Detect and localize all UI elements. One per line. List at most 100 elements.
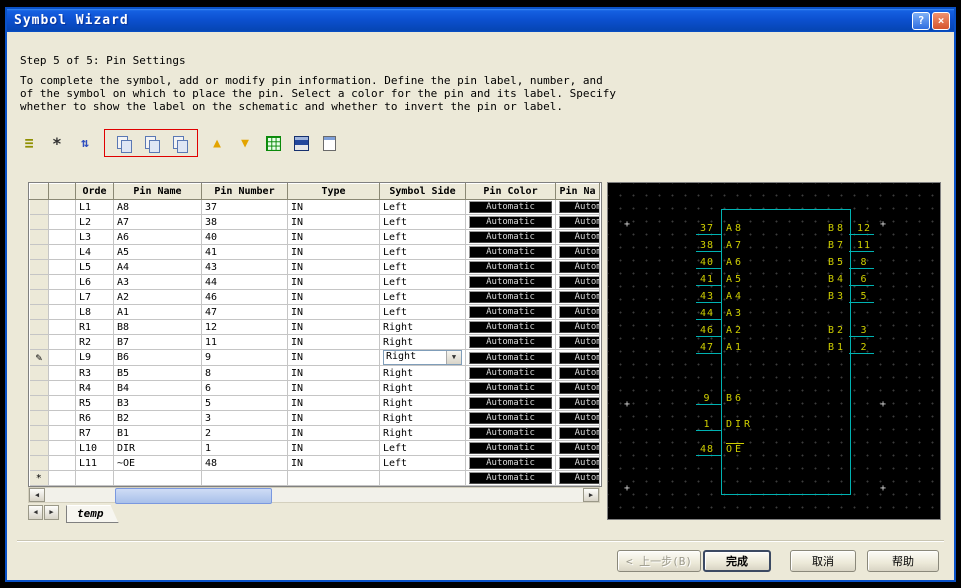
cell-order[interactable]: L8 <box>76 305 114 320</box>
cell-number[interactable]: 40 <box>202 230 288 245</box>
cell-sel[interactable] <box>49 426 76 441</box>
cell-type[interactable]: IN <box>288 305 380 320</box>
cell-order[interactable]: R6 <box>76 411 114 426</box>
cell-name[interactable]: B1 <box>114 426 202 441</box>
cell-label_color[interactable]: Automatic <box>556 366 600 381</box>
pin-color-button[interactable]: Automatic <box>469 367 552 379</box>
cell-pin_color[interactable]: Automatic <box>466 200 556 215</box>
grid-icon[interactable] <box>264 134 282 152</box>
pin-color-button[interactable]: Automatic <box>469 472 552 484</box>
pin-color-button[interactable]: Automatic <box>469 291 552 303</box>
cell-number[interactable]: 47 <box>202 305 288 320</box>
cell-label_color[interactable]: Automatic <box>556 426 600 441</box>
cell-order[interactable]: L5 <box>76 260 114 275</box>
cell-side[interactable]: Left <box>380 290 466 305</box>
copy-pin-number-icon[interactable] <box>170 134 188 152</box>
cell-type[interactable]: IN <box>288 350 380 366</box>
cell-side[interactable] <box>380 471 466 486</box>
cell-label_color[interactable]: Automatic <box>556 260 600 275</box>
cell-side[interactable]: Left <box>380 230 466 245</box>
cell-number[interactable]: 5 <box>202 396 288 411</box>
pin-color-button[interactable]: Automatic <box>469 201 552 213</box>
cell-side[interactable]: Right <box>380 381 466 396</box>
cell-order[interactable]: L3 <box>76 230 114 245</box>
cell-type[interactable]: IN <box>288 456 380 471</box>
cell-order[interactable] <box>76 471 114 486</box>
cell-side[interactable]: Left <box>380 441 466 456</box>
pin-label-color-button[interactable]: Automatic <box>559 306 600 318</box>
cell-side[interactable]: Left <box>380 200 466 215</box>
move-down-icon[interactable]: ▼ <box>236 134 254 152</box>
cell-type[interactable]: IN <box>288 381 380 396</box>
cell-sel[interactable] <box>49 396 76 411</box>
pin-color-button[interactable]: Automatic <box>469 442 552 454</box>
cell-sel[interactable] <box>49 275 76 290</box>
cell-label_color[interactable]: Automatic <box>556 381 600 396</box>
pin-label-color-button[interactable]: Automatic <box>559 201 600 213</box>
cell-label_color[interactable]: Automatic <box>556 441 600 456</box>
move-up-icon[interactable]: ▲ <box>208 134 226 152</box>
cell-pin_color[interactable]: Automatic <box>466 350 556 366</box>
cell-name[interactable]: A4 <box>114 260 202 275</box>
cell-number[interactable]: 1 <box>202 441 288 456</box>
pin-label-color-button[interactable]: Automatic <box>559 321 600 333</box>
cell-number[interactable]: 38 <box>202 215 288 230</box>
cell-type[interactable]: IN <box>288 441 380 456</box>
cell-label_color[interactable]: Automatic <box>556 471 600 486</box>
report-icon[interactable] <box>320 134 338 152</box>
cell-number[interactable]: 37 <box>202 200 288 215</box>
cell-sel[interactable] <box>49 471 76 486</box>
cell-order[interactable]: L2 <box>76 215 114 230</box>
cell-name[interactable]: B8 <box>114 320 202 335</box>
pin-label-color-button[interactable]: Automatic <box>559 412 600 424</box>
cell-pin_color[interactable]: Automatic <box>466 411 556 426</box>
cell-label_color[interactable]: Automatic <box>556 305 600 320</box>
pin-label-color-button[interactable]: Automatic <box>559 276 600 288</box>
cell-order[interactable]: R2 <box>76 335 114 350</box>
cell-side[interactable]: Left <box>380 456 466 471</box>
cell-label_color[interactable]: Automatic <box>556 230 600 245</box>
cell-name[interactable]: A3 <box>114 275 202 290</box>
pin-color-button[interactable]: Automatic <box>469 412 552 424</box>
cell-type[interactable]: IN <box>288 335 380 350</box>
cell-pin_color[interactable]: Automatic <box>466 471 556 486</box>
cell-sel[interactable] <box>49 335 76 350</box>
cell-name[interactable]: A5 <box>114 245 202 260</box>
pin-label-color-button[interactable]: Automatic <box>559 246 600 258</box>
cell-name[interactable]: B6 <box>114 350 202 366</box>
cell-sel[interactable] <box>49 305 76 320</box>
cell-side[interactable]: Right <box>380 396 466 411</box>
cell-pin_color[interactable]: Automatic <box>466 320 556 335</box>
cell-name[interactable]: ~OE <box>114 456 202 471</box>
new-pin-icon[interactable]: * <box>48 134 66 152</box>
pin-color-button[interactable]: Automatic <box>469 427 552 439</box>
cell-name[interactable]: B2 <box>114 411 202 426</box>
symbol-side-dropdown[interactable]: Right▼ <box>383 350 462 365</box>
pin-color-button[interactable]: Automatic <box>469 306 552 318</box>
cell-pin_color[interactable]: Automatic <box>466 230 556 245</box>
pin-color-button[interactable]: Automatic <box>469 321 552 333</box>
cell-side[interactable]: Left <box>380 275 466 290</box>
pin-label-color-button[interactable]: Automatic <box>559 382 600 394</box>
pin-color-button[interactable]: Automatic <box>469 382 552 394</box>
tab-nav-right-button[interactable]: ▶ <box>44 505 59 520</box>
cell-type[interactable]: IN <box>288 245 380 260</box>
horizontal-scrollbar[interactable]: ◀ ▶ <box>28 487 600 503</box>
cell-side[interactable]: Left <box>380 245 466 260</box>
cell-type[interactable]: IN <box>288 215 380 230</box>
cell-sel[interactable] <box>49 350 76 366</box>
cell-number[interactable]: 8 <box>202 366 288 381</box>
cell-order[interactable]: R1 <box>76 320 114 335</box>
cell-sel[interactable] <box>49 381 76 396</box>
cell-order[interactable]: L6 <box>76 275 114 290</box>
cell-order[interactable]: L11 <box>76 456 114 471</box>
cell-pin_color[interactable]: Automatic <box>466 441 556 456</box>
cell-label_color[interactable]: Automatic <box>556 320 600 335</box>
cell-order[interactable]: R4 <box>76 381 114 396</box>
tab-temp[interactable]: temp <box>66 505 119 523</box>
cell-label_color[interactable]: Automatic <box>556 275 600 290</box>
copy-pin-icon[interactable] <box>114 134 132 152</box>
cancel-button[interactable]: 取消 <box>790 550 856 572</box>
cell-side[interactable]: Right▼ <box>380 350 466 366</box>
cell-sel[interactable] <box>49 230 76 245</box>
